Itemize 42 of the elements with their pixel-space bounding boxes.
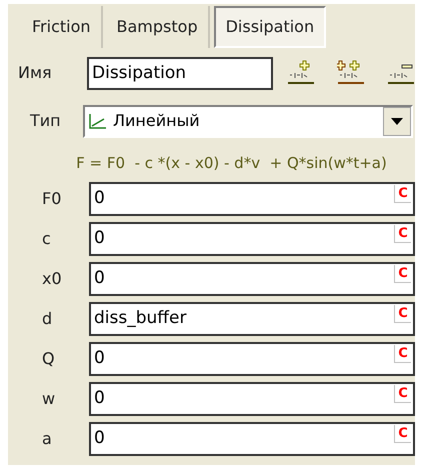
line-chart-icon xyxy=(89,113,107,129)
parameter-label: F0 xyxy=(41,188,62,210)
constant-button[interactable]: C xyxy=(394,185,411,203)
parameter-value: 0 xyxy=(92,427,105,450)
constant-button[interactable]: C xyxy=(394,225,411,243)
parameter-label: x0 xyxy=(41,268,63,290)
dropdown-button[interactable] xyxy=(383,106,411,136)
parameter-field[interactable]: 0 C xyxy=(88,182,415,216)
parameter-field[interactable]: 0 C xyxy=(88,262,415,296)
name-field[interactable]: Dissipation xyxy=(87,56,273,90)
type-label: Тип xyxy=(30,110,62,132)
parameter-field[interactable]: 0 C xyxy=(88,222,415,256)
parameter-field[interactable]: 0 C xyxy=(88,422,415,456)
parameter-value: 0 xyxy=(92,187,105,210)
parameter-field[interactable]: 0 C xyxy=(88,382,415,416)
parameter-field[interactable]: diss_buffer C xyxy=(88,302,415,336)
tab[interactable]: Friction xyxy=(22,6,103,48)
tab[interactable]: Dissipation xyxy=(214,6,326,48)
parameter-value: 0 xyxy=(92,227,105,250)
parameter-label: d xyxy=(41,308,54,330)
parameter-value: 0 xyxy=(92,267,105,290)
add-row-icon[interactable] xyxy=(287,60,315,86)
constant-button[interactable]: C xyxy=(394,425,411,443)
constant-button[interactable]: C xyxy=(394,265,411,283)
constant-button[interactable]: C xyxy=(394,385,411,403)
constant-button[interactable]: C xyxy=(394,345,411,363)
parameter-field[interactable]: 0 C xyxy=(88,342,415,376)
formula: F = F0 - c *(x - x0) - d*v + Q*sin(w*t+a) xyxy=(76,152,387,174)
parameter-label: c xyxy=(41,228,52,250)
constant-button[interactable]: C xyxy=(394,305,411,323)
add-row-icon[interactable] xyxy=(337,60,365,86)
type-dropdown[interactable]: Линейный xyxy=(83,104,413,138)
name-label: Имя xyxy=(18,62,53,84)
parameter-label: a xyxy=(41,428,53,450)
parameter-value: 0 xyxy=(92,387,105,410)
tab[interactable]: Bampstop xyxy=(106,6,210,48)
parameter-value: diss_buffer xyxy=(92,307,186,330)
parameter-label: Q xyxy=(41,348,56,370)
caret-icon xyxy=(391,118,403,124)
parameter-label: w xyxy=(41,388,56,410)
type-value: Линейный xyxy=(113,110,201,132)
parameter-value: 0 xyxy=(92,347,105,370)
